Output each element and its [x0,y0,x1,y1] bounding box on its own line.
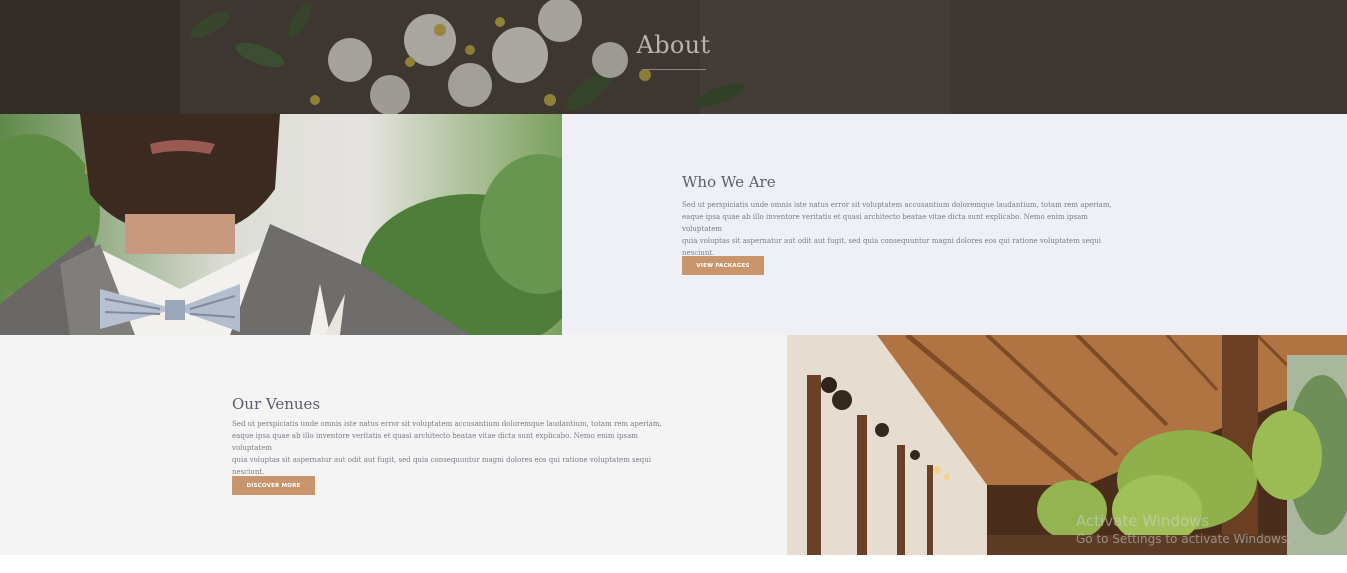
page-title: About [636,31,711,59]
our-venues-text-line: quia voluptas sit aspernatur aut odit au… [232,456,652,464]
who-we-are-text: Sed ut perspiciatis unde omnis iste natu… [682,199,1114,259]
who-we-are-heading: Who We Are [682,173,776,191]
our-venues-text-line: Sed ut perspiciatis unde omnis iste natu… [232,420,662,428]
title-underline [642,69,706,70]
who-we-are-section: Who We Are Sed ut perspiciatis unde omni… [0,114,1347,335]
who-we-are-panel: Who We Are Sed ut perspiciatis unde omni… [562,114,1347,335]
hero-banner: About [0,0,1347,114]
windows-activation-watermark: Activate Windows Go to Settings to activ… [1076,512,1291,546]
watermark-line-1: Activate Windows [1076,512,1210,530]
who-we-are-text-line: eaque ipsa quae ab illo inventore verita… [682,213,1088,233]
our-venues-panel: Our Venues Sed ut perspiciatis unde omni… [0,335,787,555]
our-venues-heading: Our Venues [232,395,321,413]
who-we-are-text-line: quia voluptas sit aspernatur aut odit au… [682,237,1102,245]
our-venues-text: Sed ut perspiciatis unde omnis iste natu… [232,418,664,478]
who-we-are-text-line: Sed ut perspiciatis unde omnis iste natu… [682,201,1112,209]
groom-photo [0,114,562,335]
view-packages-button[interactable]: VIEW PACKAGES [682,256,764,275]
discover-more-button[interactable]: DISCOVER MORE [232,476,315,495]
watermark-line-2: Go to Settings to activate Windows. [1076,532,1291,546]
our-venues-text-line: eaque ipsa quae ab illo inventore verita… [232,432,638,452]
